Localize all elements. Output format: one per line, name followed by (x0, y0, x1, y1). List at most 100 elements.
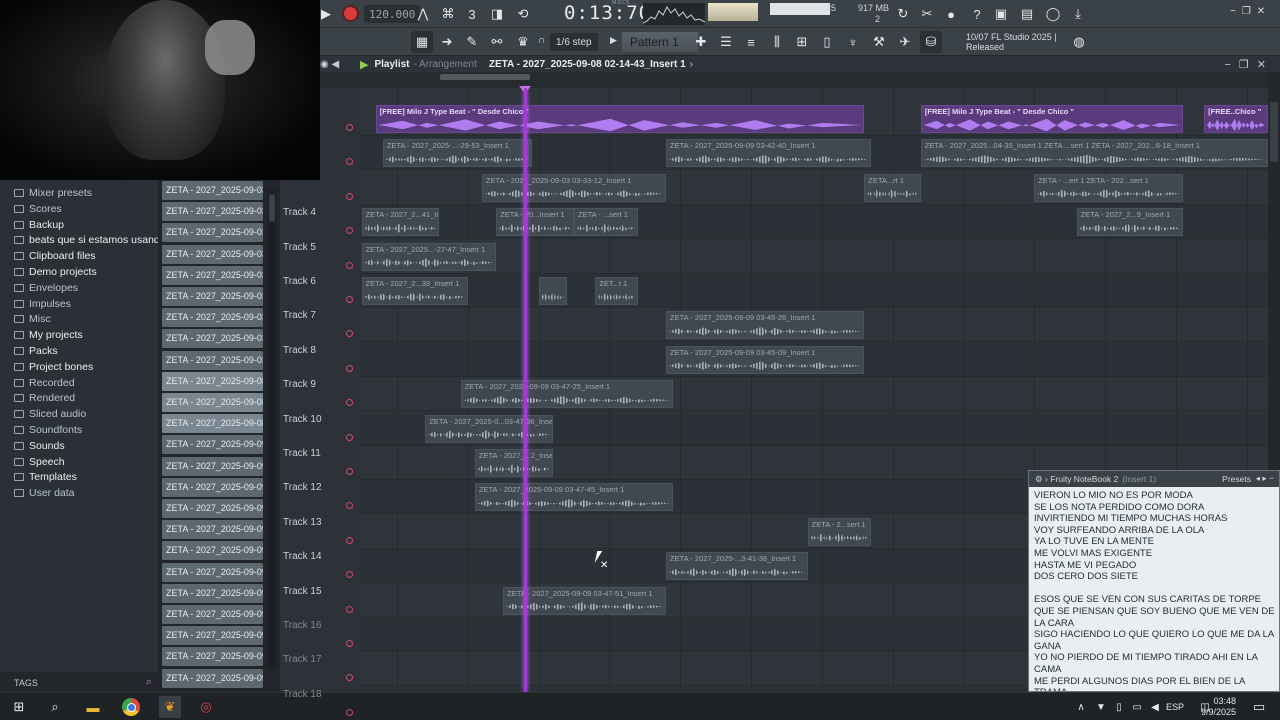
track-name[interactable]: Track 8 (283, 345, 316, 356)
clip-list-item[interactable]: ZETA - 2027_2025-09-09... (162, 541, 263, 561)
browser-folder-item[interactable]: Clipboard files (14, 249, 96, 263)
browser-folder-item[interactable]: Impulses (14, 297, 71, 311)
track-name[interactable]: Track 14 (283, 551, 322, 562)
playlist-title-bar[interactable]: ◉ ◀ ▶ Playlist - Arrangement ZETA - 2027… (320, 56, 1280, 72)
clip-list-item[interactable]: ZETA - 2027_2025-09-09... (162, 435, 263, 455)
playhead-line[interactable] (524, 88, 527, 692)
track-name[interactable]: Track 17 (283, 654, 322, 665)
clip-list-item[interactable]: ZETA - 2027_2025-09-09... (162, 477, 263, 497)
news-panel[interactable]: 10/07 FL Studio 2025 | Released (966, 32, 1057, 52)
pattern-selector[interactable]: Pattern 1 (622, 32, 698, 52)
notebook-close-icon[interactable]: ◂ ▸ − (1256, 473, 1274, 484)
track-enable-icon[interactable] (346, 296, 353, 303)
clip-list-item[interactable]: ZETA - 2027_2025-09-09... (162, 456, 263, 476)
clip-list-item[interactable]: ZETA - 2027_2025-09-09... (162, 647, 263, 667)
arrow-icon[interactable]: ➜ (436, 31, 458, 53)
vocal-audio-clip[interactable]: ZETA - ...sert 1 (574, 208, 638, 237)
add-pattern-icon[interactable]: ✚ (690, 31, 712, 53)
track-name[interactable]: Track 11 (283, 448, 321, 459)
browser-folder-item[interactable]: Scores (14, 202, 62, 216)
vocal-audio-clip[interactable]: ZETA - 2027_2025-...-29-53_Insert 1 (382, 139, 532, 168)
beat-audio-clip[interactable]: [FREE] Milo J Type Beat - " Desde Chico … (375, 105, 865, 133)
track-lane[interactable] (360, 274, 1268, 308)
browser-folder-item[interactable]: Speech (14, 455, 65, 469)
track-enable-icon[interactable] (346, 364, 353, 372)
browser-folder-item[interactable]: My projects (14, 328, 83, 342)
browser-icon[interactable]: ▯ (816, 31, 838, 53)
undo-icon[interactable]: ↻ (892, 3, 914, 25)
notebook-presets[interactable]: Presets (1222, 474, 1251, 484)
help-icon[interactable]: ? (966, 3, 988, 25)
metronome-icon[interactable]: ⋀ (412, 3, 434, 25)
clip-list-item[interactable]: ZETA - 2027_2025-09-08... (162, 371, 263, 391)
vocal-audio-clip[interactable]: ZETA - 2027_2025-09-09 03-42-40_Insert 1 (666, 139, 872, 168)
loop-record-icon[interactable]: ⟲ (512, 3, 534, 25)
vertical-scroll-thumb[interactable] (1270, 102, 1278, 162)
transport-play-icon[interactable]: ▶ (320, 3, 332, 25)
tray-network-icon[interactable]: ▭ (1128, 698, 1146, 716)
stamp-icon[interactable]: ♛ (512, 31, 534, 53)
track-name[interactable]: Track 18 (283, 689, 322, 700)
browser-folder-item[interactable]: Demo projects (14, 265, 97, 279)
tray-volume-icon[interactable]: ◀ (1146, 698, 1164, 716)
browser-folder-item[interactable]: Recorded (14, 376, 75, 390)
system-clock[interactable]: 03:48 9/9/2025 (1201, 696, 1236, 718)
vocal-audio-clip[interactable]: ZETA - 2027_2025-...3-41-38_Insert 1 (666, 552, 808, 581)
clip-list-item[interactable]: ZETA - 2027_2025-09-03... (162, 244, 263, 264)
clip-list-item[interactable]: ZETA - 2027_2025-09-03... (162, 350, 263, 370)
piano-roll-icon[interactable]: ⊞ (791, 31, 813, 53)
track-name[interactable]: Track 15 (283, 586, 322, 597)
master-volume-meter[interactable] (708, 3, 758, 21)
notebook-gear-icon[interactable]: ⚙ › (1035, 474, 1050, 485)
clip-list-item[interactable]: ZETA - 2027_2025-09-03... (162, 265, 263, 285)
playlist-play-icon[interactable]: ▶ (360, 58, 368, 71)
plugin-icon[interactable]: ♆ (842, 31, 864, 53)
track-enable-icon[interactable] (346, 124, 353, 131)
track-name[interactable]: Track 9 (283, 379, 316, 390)
track-enable-icon[interactable] (346, 433, 353, 441)
vocal-audio-clip[interactable]: ZETA - 2027_...2_Insert 1 (474, 449, 553, 477)
download-icon[interactable]: ⤓ (1067, 3, 1089, 25)
tray-battery-icon[interactable]: ▯ (1110, 698, 1128, 716)
tools-icon[interactable]: ⚒ (868, 31, 890, 53)
beat-audio-clip[interactable]: [FREE..Chico " (1204, 105, 1268, 133)
vocal-audio-clip[interactable]: ZETA - 2027_2025-09-09 03-47-25_Insert 1 (460, 380, 674, 409)
browser-folder-item[interactable]: Sliced audio (14, 407, 86, 421)
notifications-icon[interactable]: ▭ (1250, 698, 1268, 716)
vocal-audio-clip[interactable]: ZETA - 2027_2025...-27-47_Insert 1 (361, 242, 497, 271)
vocal-audio-clip[interactable]: ZETA - 20...Insert 1 (496, 208, 574, 237)
cut-icon[interactable]: ✂ (916, 3, 938, 25)
track-enable-icon[interactable] (346, 605, 353, 613)
playlist-icon[interactable]: ≡ (740, 31, 762, 53)
browser-folder-item[interactable]: Project bones (14, 360, 93, 374)
clip-list-item[interactable]: ZETA - 2027_2025-09-09... (162, 668, 263, 688)
obs-icon[interactable]: ◎ (197, 698, 215, 716)
vocal-audio-clip[interactable]: ZET...t 1 (595, 277, 638, 305)
browser-folder-item[interactable]: Mixer presets (14, 186, 92, 200)
window-controls-icon[interactable]: −❐✕ (1230, 6, 1271, 17)
vocal-audio-clip[interactable]: ZETA - 2027_2...41_Insert 1 (361, 208, 440, 237)
windows-start-icon[interactable]: ⊞ (10, 698, 28, 716)
link-icon[interactable]: ⚯ (486, 31, 508, 53)
vocal-audio-clip[interactable]: ZETA - 2027_2025-09-09 03-47-45_Insert 1 (474, 483, 674, 512)
vocal-audio-clip[interactable]: ZETA - 2...sert 1 (807, 517, 872, 546)
step-edit-icon[interactable]: ◨ (486, 3, 508, 25)
track-enable-icon[interactable] (346, 468, 353, 475)
clip-list-item[interactable]: ZETA - 2027_2025-09-03... (162, 181, 263, 200)
file-explorer-icon[interactable]: ▬ (84, 698, 102, 716)
tray-chevron-icon[interactable]: ∧ (1072, 698, 1090, 716)
mixer-icon[interactable]: ⫼ (766, 31, 788, 53)
clip-list-item[interactable]: ZETA - 2027_2025-09-08... (162, 414, 263, 434)
clip-list-item[interactable]: ZETA - 2027_2025-09-03... (162, 287, 263, 306)
track-enable-icon[interactable] (346, 708, 353, 716)
fl-studio-icon[interactable]: ❦ (159, 696, 181, 718)
browser-folder-item[interactable]: beats que si estamos usando (14, 233, 166, 247)
tags-bar[interactable]: TAGS ⌕ (0, 672, 158, 692)
browser-folder-item[interactable]: Rendered (14, 391, 75, 405)
clip-menu-icon[interactable]: › (690, 59, 693, 70)
notebook-header[interactable]: ⚙ › Fruity NoteBook 2 (Insert 1) Presets… (1029, 471, 1279, 487)
vocal-audio-clip[interactable]: ZETA - 2027_2...9_Insert 1 (1076, 208, 1183, 237)
clip-list-item[interactable]: ZETA - 2027_2025-09-09... (162, 626, 263, 646)
fruity-notebook-window[interactable]: ⚙ › Fruity NoteBook 2 (Insert 1) Presets… (1028, 470, 1280, 692)
clip-list-item[interactable]: ZETA - 2027_2025-09-09... (162, 562, 263, 582)
